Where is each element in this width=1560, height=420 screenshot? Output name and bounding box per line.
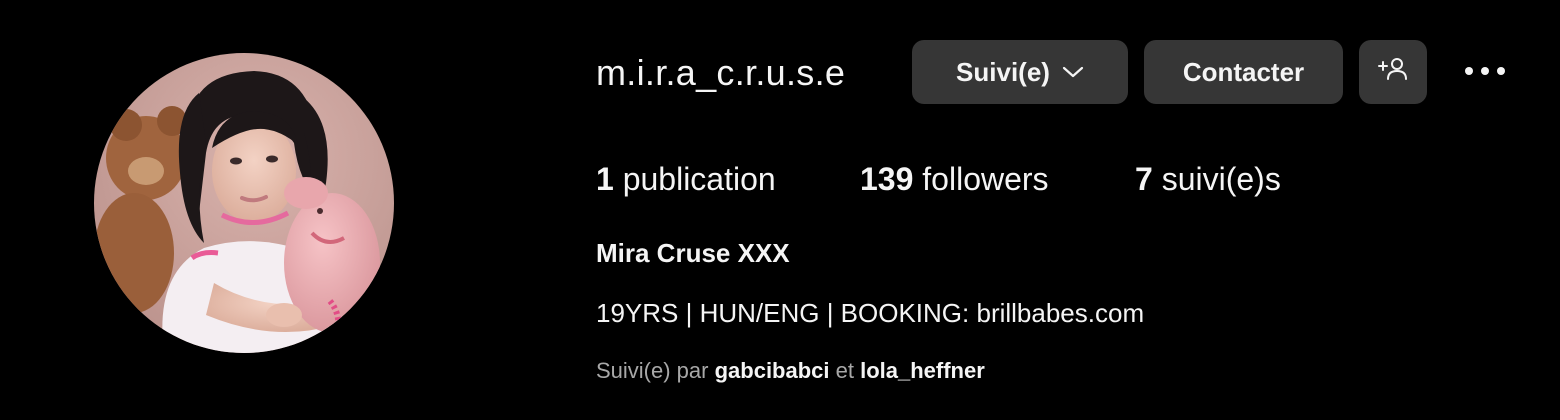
followers-label: followers [913, 161, 1049, 197]
chevron-down-icon [1062, 65, 1084, 79]
more-options-button[interactable] [1460, 52, 1510, 92]
contact-button-label: Contacter [1182, 56, 1305, 87]
following-count-value: 7 [1135, 161, 1153, 197]
posts-count-value: 1 [596, 161, 614, 197]
following-link[interactable]: 7 suivi(e)s [1135, 158, 1281, 200]
profile-avatar[interactable] [94, 53, 394, 353]
more-horizontal-icon [1464, 63, 1506, 81]
followed-by-prefix: Suivi(e) par [596, 358, 715, 383]
posts-count-label: publication [613, 161, 776, 197]
followers-count-value: 139 [860, 161, 914, 197]
following-button-label: Suivi(e) [956, 56, 1050, 87]
add-person-icon [1377, 56, 1409, 89]
profile-full-name: Mira Cruse XXX [596, 238, 790, 268]
followers-link[interactable]: 139 followers [860, 158, 1049, 200]
followed-by-separator: et [829, 358, 861, 383]
followed-by-user-link[interactable]: gabcibabci [715, 358, 830, 383]
suggested-accounts-button[interactable] [1359, 40, 1427, 104]
profile-username: m.i.r.a_c.r.u.s.e [596, 52, 846, 93]
profile-bio: 19YRS | HUN/ENG | BOOKING: brillbabes.co… [596, 298, 1145, 328]
followed-by-user-link[interactable]: lola_heffner [860, 358, 985, 383]
following-label: suivi(e)s [1152, 161, 1281, 197]
followed-by-text: Suivi(e) par gabcibabci et lola_heffner [596, 358, 985, 384]
posts-count: 1 publication [596, 158, 776, 200]
following-button[interactable]: Suivi(e) [912, 40, 1128, 104]
contact-button[interactable]: Contacter [1144, 40, 1343, 104]
avatar-image [94, 53, 394, 353]
